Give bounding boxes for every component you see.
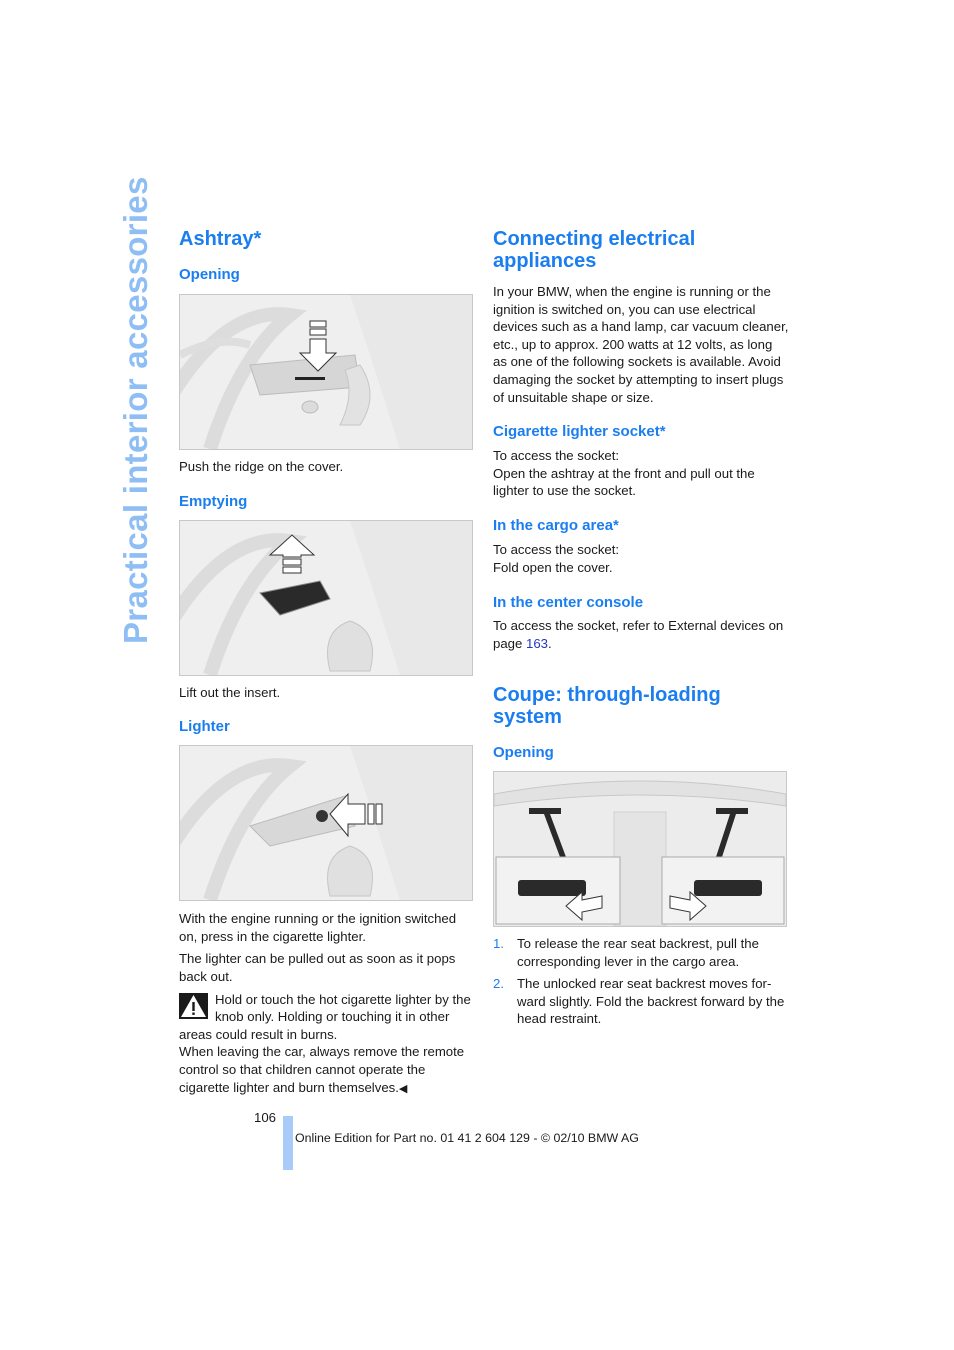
ashtray-opening-heading: Opening bbox=[179, 266, 240, 283]
chapter-side-title: Practical interior accessories bbox=[117, 176, 154, 644]
through-loading-levers-illustration bbox=[493, 771, 787, 928]
cigarette-socket-line-1: To access the socket: bbox=[493, 448, 620, 464]
list-item: 1. To release the rear seat backrest, pul… bbox=[493, 935, 789, 970]
coupe-through-loading-title: Coupe: through-loading system bbox=[493, 684, 721, 729]
list-item: 2. The unlocked rear seat backrest moves … bbox=[493, 975, 789, 1028]
warning-notice: Hold or touch the hot cigarette lighter … bbox=[179, 991, 475, 1099]
electrical-appliances-title: Connecting electrical appliances bbox=[493, 228, 696, 272]
ashtray-opening-caption: Push the ridge on the cover. bbox=[179, 459, 344, 474]
left-column: Ashtray* Opening Push the ridge on the c… bbox=[179, 226, 475, 1098]
ashtray-emptying-heading: Emptying bbox=[179, 492, 248, 510]
end-of-section-icon: ◀ bbox=[398, 1082, 408, 1095]
cigarette-lighter-illustration bbox=[179, 745, 473, 902]
cigarette-socket-heading: Cigarette lighter socket* bbox=[493, 423, 666, 441]
cigarette-socket-line-2: Open the ashtray at the front and pull o… bbox=[493, 465, 755, 499]
coupe-opening-heading: Opening bbox=[493, 744, 554, 762]
warning-text-2-wrap: When leaving the car, always remove the … bbox=[179, 1043, 475, 1098]
warning-text-1: Hold or touch the hot cigarette lighter … bbox=[179, 991, 471, 1042]
ashtray-opening-illustration bbox=[179, 294, 473, 450]
center-console-text-after: . bbox=[548, 635, 552, 651]
electrical-intro: In your BMW, when the engine is running … bbox=[493, 284, 789, 405]
step-number: 1. bbox=[493, 936, 504, 952]
step-text: The unlocked rear seat backrest moves fo… bbox=[517, 976, 785, 1027]
coupe-opening-steps: 1. To release the rear seat backrest, pul… bbox=[493, 935, 789, 1027]
lighter-para-2: The lighter can be pulled out as soon as… bbox=[179, 951, 456, 984]
cargo-area-line-1: To access the socket: bbox=[493, 541, 620, 557]
lighter-para-1: With the engine running or the ignition … bbox=[179, 911, 457, 944]
cargo-area-heading: In the cargo area* bbox=[493, 516, 619, 534]
step-number: 2. bbox=[493, 976, 504, 991]
ashtray-emptying-illustration bbox=[179, 519, 473, 676]
right-column: Connecting electrical appliances In your… bbox=[493, 226, 789, 1032]
warning-triangle-icon bbox=[179, 992, 208, 1019]
ashtray-title: Ashtray* bbox=[179, 228, 262, 250]
lighter-heading: Lighter bbox=[179, 718, 230, 736]
step-text: To release the rear seat backrest, pull … bbox=[517, 936, 759, 969]
footer-edition-text: Online Edition for Part no. 01 41 2 604 … bbox=[295, 1131, 639, 1145]
ashtray-emptying-caption: Lift out the insert. bbox=[179, 684, 281, 700]
page-163-link[interactable]: 163 bbox=[526, 636, 548, 651]
footer-accent-bar bbox=[283, 1116, 293, 1170]
center-console-text: To access the socket, refer to External … bbox=[493, 617, 789, 652]
warning-text-2: When leaving the car, always remove the … bbox=[179, 1044, 465, 1095]
center-console-heading: In the center console bbox=[493, 594, 644, 612]
page-number: 106 bbox=[254, 1110, 277, 1125]
cargo-area-line-2: Fold open the cover. bbox=[493, 559, 613, 575]
